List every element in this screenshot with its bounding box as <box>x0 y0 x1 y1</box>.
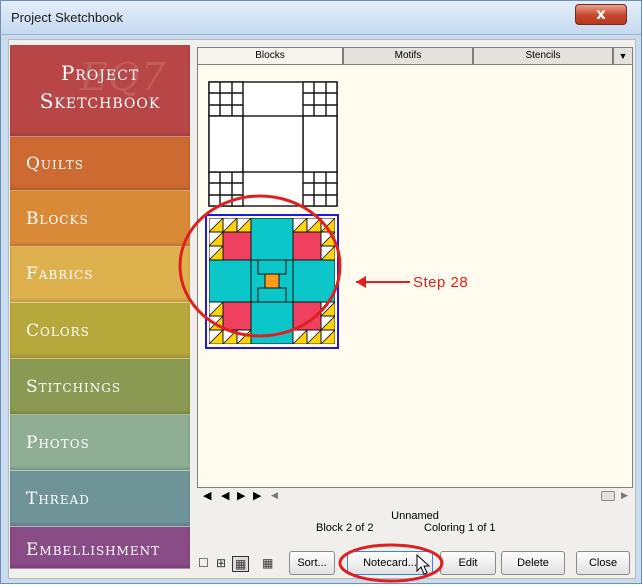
mouse-cursor-icon <box>416 554 431 575</box>
scroll-left-icon[interactable]: ◀ <box>271 490 278 501</box>
coloring-count-label: Coloring 1 of 1 <box>424 522 496 534</box>
title-bar: Project Sketchbook x <box>1 1 641 35</box>
step-label: Step 28 <box>413 274 469 291</box>
sidebar-item-stitchings[interactable]: Stitchings <box>10 359 190 415</box>
sidebar-item-label: Fabrics <box>26 264 94 284</box>
window-close-button[interactable]: x <box>575 4 627 25</box>
scroll-navigation-bar: ◀ ◀ ▶ ▶ ◀ ▶ <box>197 488 633 504</box>
sidebar-item-label: Colors <box>26 321 90 341</box>
sidebar-item-quilts[interactable]: Quilts <box>10 137 190 191</box>
tab-strip: Blocks Motifs Stencils ▼ <box>197 47 633 65</box>
last-page-icon[interactable]: ▶ <box>253 489 261 502</box>
sidebar-item-colors[interactable]: Colors <box>10 303 190 359</box>
sidebar-title-line2: Sketchbook <box>39 89 161 113</box>
close-button[interactable]: Close <box>576 551 630 575</box>
view-1x1-icon[interactable]: ☐ <box>198 556 209 570</box>
view-3x3-icon[interactable]: ▦ <box>232 556 250 572</box>
scroll-right-icon[interactable]: ▶ <box>621 490 628 501</box>
step-annotation <box>178 194 410 338</box>
view-2x2-icon[interactable]: ⊞ <box>216 556 226 570</box>
edit-button[interactable]: Edit <box>440 551 496 575</box>
first-page-icon[interactable]: ◀ <box>203 489 211 502</box>
sidebar-item-label: Stitchings <box>26 377 122 397</box>
block-name-label: Unnamed <box>391 510 439 522</box>
delete-button[interactable]: Delete <box>501 551 565 575</box>
sidebar-item-label: Blocks <box>26 209 89 229</box>
sidebar-item-label: Quilts <box>26 154 85 174</box>
sidebar-item-embellishment[interactable]: Embellishment <box>10 527 190 569</box>
sidebar-title-line1: Project <box>60 61 140 85</box>
view-4x4-icon[interactable]: ▦ <box>262 556 273 570</box>
sidebar-item-thread[interactable]: Thread <box>10 471 190 527</box>
sort-button[interactable]: Sort... <box>289 551 335 575</box>
sidebar-item-blocks[interactable]: Blocks <box>10 191 190 247</box>
sidebar: EQ7 Project Sketchbook Quilts Blocks Fab… <box>10 45 190 569</box>
scrollbar-thumb[interactable] <box>601 491 615 501</box>
tab-blocks[interactable]: Blocks <box>197 47 343 65</box>
sidebar-item-label: Thread <box>26 489 90 509</box>
sidebar-item-label: Photos <box>26 433 90 453</box>
sidebar-item-label: Embellishment <box>26 540 161 560</box>
next-page-icon[interactable]: ▶ <box>237 489 245 502</box>
window-title: Project Sketchbook <box>11 10 124 25</box>
sidebar-header: EQ7 Project Sketchbook <box>10 45 190 137</box>
block-count-label: Block 2 of 2 <box>316 522 374 534</box>
tab-menu-icon[interactable]: ▼ <box>613 47 633 65</box>
sidebar-item-fabrics[interactable]: Fabrics <box>10 247 190 303</box>
prev-page-icon[interactable]: ◀ <box>221 489 229 502</box>
tab-stencils[interactable]: Stencils <box>473 47 613 65</box>
sidebar-item-photos[interactable]: Photos <box>10 415 190 471</box>
tab-motifs[interactable]: Motifs <box>343 47 473 65</box>
